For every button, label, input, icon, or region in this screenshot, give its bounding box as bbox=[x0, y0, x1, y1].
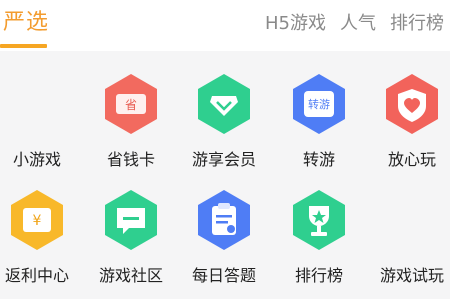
svg-text:¥: ¥ bbox=[33, 213, 42, 229]
tab-group: H5游戏 人气 排行榜 bbox=[265, 12, 444, 36]
active-tab-indicator bbox=[0, 44, 47, 48]
grid-item-label: 每日答题 bbox=[191, 266, 256, 285]
tab-ranking[interactable]: 排行榜 bbox=[390, 12, 444, 36]
clipboard-icon bbox=[198, 190, 250, 250]
coupon-icon: 省 bbox=[105, 74, 157, 134]
heart-shield-icon bbox=[386, 74, 438, 134]
yen-coupon-icon: ¥ bbox=[11, 190, 63, 250]
grid-item-label: 游戏试玩 bbox=[379, 266, 444, 285]
diamond-icon bbox=[198, 74, 250, 134]
grid-item-label: 放心玩 bbox=[387, 150, 436, 169]
svg-text:转游: 转游 bbox=[308, 97, 330, 111]
top-tab-bar: 严选 H5游戏 人气 排行榜 bbox=[0, 0, 450, 51]
tab-yanxuan[interactable]: 严选 bbox=[3, 8, 49, 38]
trophy-icon bbox=[293, 190, 345, 250]
grid-item-label: 游享会员 bbox=[191, 150, 256, 169]
tab-h5-games[interactable]: H5游戏 bbox=[265, 12, 326, 36]
chat-icon bbox=[105, 190, 157, 250]
tab-popular[interactable]: 人气 bbox=[340, 12, 376, 36]
transfer-icon: 转游 bbox=[293, 74, 345, 134]
svg-text:省: 省 bbox=[125, 98, 137, 112]
